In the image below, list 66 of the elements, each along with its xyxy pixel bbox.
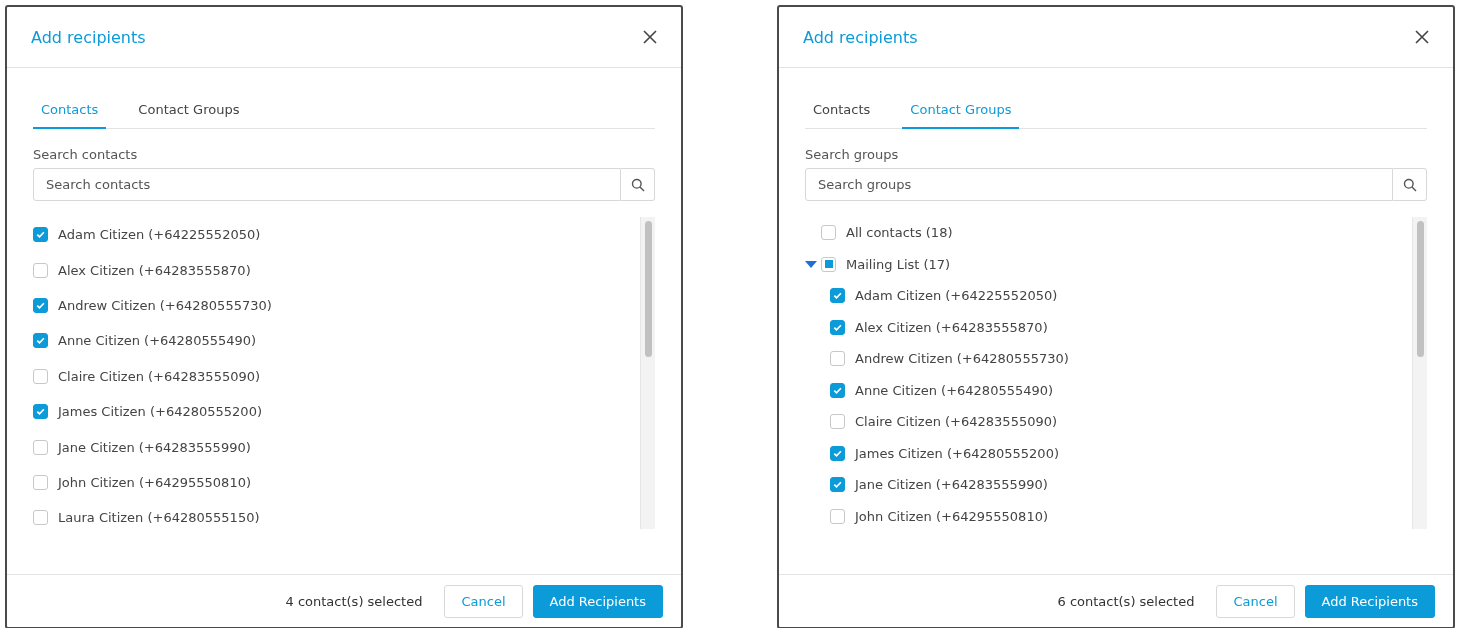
item-label: Mailing List (17) <box>846 256 951 272</box>
close-icon[interactable] <box>1413 28 1431 46</box>
close-icon[interactable] <box>641 28 659 46</box>
checkbox[interactable] <box>830 319 845 335</box>
checkbox[interactable] <box>821 225 836 241</box>
tab[interactable]: Contacts <box>805 94 879 129</box>
checkbox[interactable] <box>33 368 48 384</box>
checkmark-icon <box>35 229 46 241</box>
search-label: Search groups <box>805 147 900 162</box>
search-icon[interactable] <box>1393 168 1427 201</box>
checkbox[interactable] <box>830 382 845 398</box>
checkbox[interactable] <box>830 414 845 430</box>
item-label: James Citizen (+64280555200) <box>855 445 1059 461</box>
item-label: John Citizen (+64295550810) <box>855 508 1048 524</box>
scrollbar[interactable] <box>1412 217 1427 529</box>
checkbox[interactable] <box>33 439 48 455</box>
item-label: Claire Citizen (+64283555090) <box>855 414 1058 430</box>
checkbox[interactable] <box>33 297 48 313</box>
checkmark-icon <box>35 335 46 347</box>
cancel-button[interactable]: Cancel <box>1216 584 1295 618</box>
checkbox[interactable] <box>821 256 836 272</box>
item-label: Adam Citizen (+64225552050) <box>855 288 1058 304</box>
item-label: All contacts (18) <box>846 225 953 241</box>
checkbox[interactable] <box>33 262 48 278</box>
caret-icon[interactable] <box>805 259 817 270</box>
tab[interactable]: Contact Groups <box>902 94 1020 129</box>
checkmark-icon <box>35 406 46 418</box>
item-label: Adam Citizen (+64225552050) <box>58 227 261 243</box>
dialog-title: Add recipients <box>31 27 146 47</box>
item-label: Jane Citizen (+64283555990) <box>58 439 251 455</box>
item-label: Andrew Citizen (+64280555730) <box>855 351 1069 367</box>
item-label: Laura Citizen (+64280555150) <box>58 510 260 526</box>
search-icon[interactable] <box>621 168 655 201</box>
checkbox[interactable] <box>830 508 845 524</box>
tab[interactable]: Contact Groups <box>130 94 248 129</box>
cancel-button[interactable]: Cancel <box>444 584 523 618</box>
checkbox[interactable] <box>33 227 48 243</box>
tab[interactable]: Contacts <box>33 94 107 129</box>
item-label: Alex Citizen (+64283555870) <box>58 262 251 278</box>
search-field[interactable]: Search contacts <box>33 168 621 201</box>
item-label: John Citizen (+64295550810) <box>58 474 251 490</box>
scrollbar[interactable] <box>640 217 655 529</box>
checkmark-icon <box>832 479 843 491</box>
checkbox[interactable] <box>830 477 845 493</box>
item-label: Anne Citizen (+64280555490) <box>855 382 1054 398</box>
checkbox[interactable] <box>33 510 48 526</box>
checkbox[interactable] <box>830 445 845 461</box>
item-label: Alex Citizen (+64283555870) <box>855 319 1048 335</box>
search-label: Search contacts <box>33 147 139 162</box>
search-field[interactable]: Search groups <box>805 168 1393 201</box>
add-recipients-button[interactable]: Add Recipients <box>532 584 663 618</box>
checkmark-icon <box>832 290 843 302</box>
dialog-title: Add recipients <box>803 27 918 47</box>
item-label: Claire Citizen (+64283555090) <box>58 368 261 384</box>
selection-count: 6 contact(s) selected <box>1057 593 1195 609</box>
checkbox[interactable] <box>33 474 48 490</box>
checkbox[interactable] <box>830 351 845 367</box>
item-label: Jane Citizen (+64283555990) <box>855 477 1048 493</box>
item-label: Anne Citizen (+64280555490) <box>58 333 257 349</box>
selection-count: 4 contact(s) selected <box>285 593 423 609</box>
checkbox[interactable] <box>830 288 845 304</box>
item-label: James Citizen (+64280555200) <box>58 404 262 420</box>
item-label: Andrew Citizen (+64280555730) <box>58 297 272 313</box>
checkbox[interactable] <box>33 404 48 420</box>
checkbox[interactable] <box>33 333 48 349</box>
add-recipients-button[interactable]: Add Recipients <box>1304 584 1435 618</box>
